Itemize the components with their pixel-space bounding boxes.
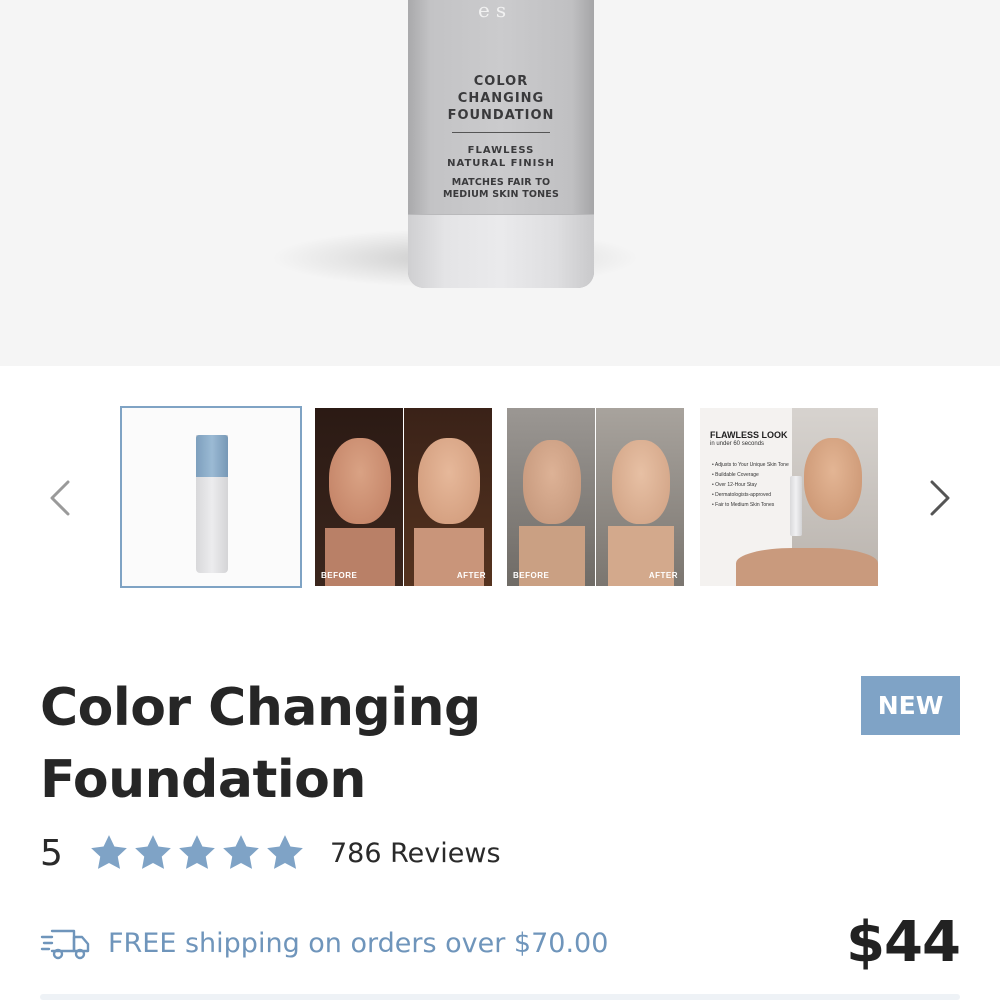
face [329,438,391,524]
chevron-left-icon [50,480,70,516]
rating-value: 5 [40,832,63,874]
bottle-label-line: FOUNDATION [447,108,555,123]
bottle-label-line: CHANGING [457,91,545,106]
price: $44 [846,910,961,975]
star-icon [179,835,215,869]
chevron-right-icon [930,480,950,516]
before-photo: BEFORE [315,408,403,586]
model-face [804,438,862,520]
foundation-bottle: es COLOR CHANGING FOUNDATION FLAWLESS NA… [408,0,594,288]
star-icon [91,835,127,869]
star-icon [135,835,171,869]
promo-title: FLAWLESS LOOK [710,430,788,440]
promo-subtitle: in under 60 seconds [710,441,765,447]
after-label: AFTER [456,571,486,580]
bottle-label-line: NATURAL FINISH [447,158,555,169]
carousel-prev-button[interactable] [40,470,80,526]
bottle-label-line: COLOR [473,74,529,89]
thumbnail-bottle-cap [196,435,228,477]
product-title: Color Changing Foundation [40,672,660,816]
reviews-link[interactable]: 786 Reviews [330,838,501,869]
carousel-next-button[interactable] [920,470,960,526]
product-hero-image: es COLOR CHANGING FOUNDATION FLAWLESS NA… [0,0,1000,366]
bottle-label-line: MEDIUM SKIN TONES [442,189,560,200]
promo-bullet: • Buildable Coverage [712,472,759,478]
model-bottle [790,476,802,536]
shipping-text: FREE shipping on orders over $70.00 [108,927,609,959]
thumbnail-before-after-1[interactable]: BEFORE AFTER [315,408,493,586]
shipping-info: FREE shipping on orders over $70.00 [40,920,608,966]
promo-bullet: • Fair to Medium Skin Tones [712,502,775,508]
thumbnail-promo[interactable]: FLAWLESS LOOK in under 60 seconds • Adju… [700,408,878,586]
face [523,440,581,524]
thumbnail-product-bottle[interactable] [120,406,302,588]
product-title-line: Color Changing [40,678,481,738]
promo-bullet: • Adjusts to Your Unique Skin Tone [712,462,789,468]
star-rating[interactable] [88,832,306,874]
promo-bullet-list: • Adjusts to Your Unique Skin Tone • Bui… [712,460,790,510]
promo-bullet: • Over 12-Hour Stay [712,482,757,488]
product-title-line: Foundation [40,750,366,810]
thumbnail-bottle-image [196,435,228,573]
bottle-base [408,214,594,288]
face [612,440,670,524]
delivery-truck-icon [40,929,90,960]
bottle-brand-text: es [478,0,513,22]
star-icon [223,835,259,869]
bottle-label-divider [452,132,550,133]
face [418,438,480,524]
after-photo: AFTER [404,408,492,586]
promo-bullet: • Dermatologists-approved [712,492,771,498]
after-label: AFTER [648,571,678,580]
rating-row: 5 786 Reviews [40,826,501,880]
thumbnail-before-after-2[interactable]: BEFORE AFTER [507,408,685,586]
bottle-label-line: MATCHES FAIR TO [451,177,551,188]
before-label: BEFORE [513,571,550,580]
before-label: BEFORE [321,571,358,580]
model-shoulders [736,548,878,586]
before-photo: BEFORE [507,408,595,586]
after-photo: AFTER [596,408,684,586]
section-divider [40,994,960,1000]
bottle-label-line: FLAWLESS [467,145,535,156]
new-badge: NEW [861,676,960,735]
star-icon [267,835,303,869]
